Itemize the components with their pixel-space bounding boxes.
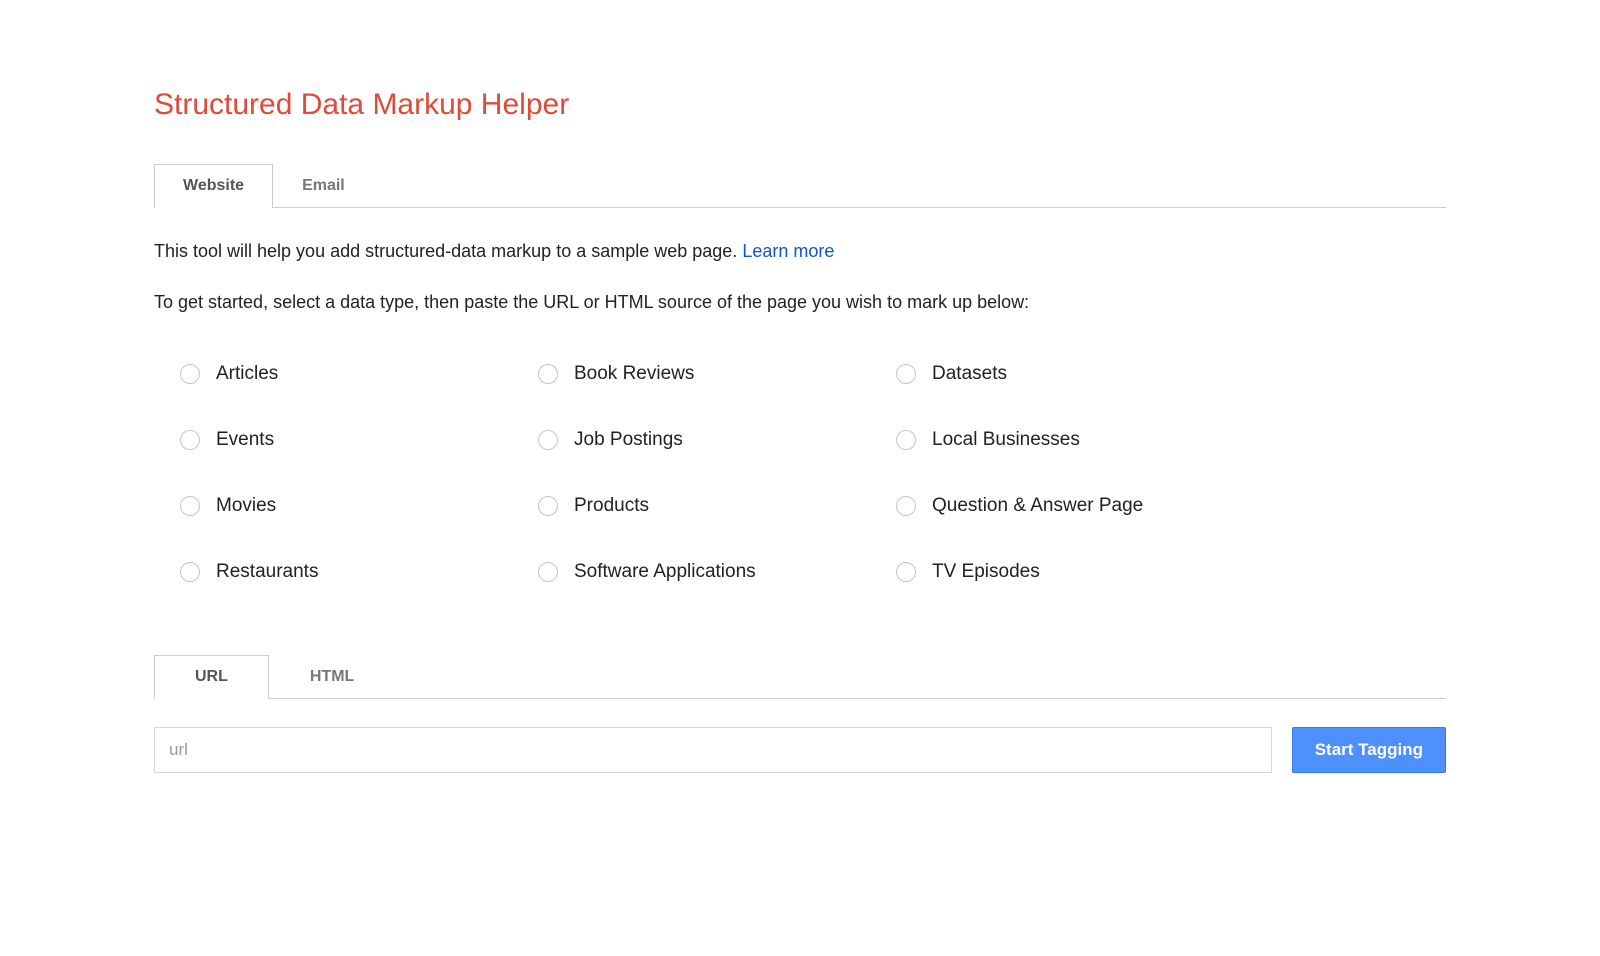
radio-local-businesses[interactable]: Local Businesses	[896, 429, 1254, 451]
radio-icon	[896, 430, 916, 450]
radio-book-reviews[interactable]: Book Reviews	[538, 363, 896, 385]
radio-label: Products	[574, 495, 649, 517]
radio-software-applications[interactable]: Software Applications	[538, 561, 896, 583]
radio-qa-page[interactable]: Question & Answer Page	[896, 495, 1254, 517]
radio-events[interactable]: Events	[180, 429, 538, 451]
radio-products[interactable]: Products	[538, 495, 896, 517]
intro-paragraph: This tool will help you add structured-d…	[154, 240, 1446, 263]
radio-job-postings[interactable]: Job Postings	[538, 429, 896, 451]
radio-icon	[180, 496, 200, 516]
radio-tv-episodes[interactable]: TV Episodes	[896, 561, 1254, 583]
radio-label: Movies	[216, 495, 276, 517]
url-input[interactable]	[154, 727, 1272, 773]
radio-icon	[538, 430, 558, 450]
radio-label: Datasets	[932, 363, 1007, 385]
radio-icon	[538, 496, 558, 516]
instructions-text: To get started, select a data type, then…	[154, 291, 1446, 314]
tab-html[interactable]: HTML	[269, 655, 395, 698]
radio-label: Local Businesses	[932, 429, 1080, 451]
radio-label: Events	[216, 429, 274, 451]
data-type-grid: Articles Book Reviews Datasets Events Jo…	[154, 363, 1254, 583]
source-type-tabs: Website Email	[154, 164, 1446, 208]
radio-label: Articles	[216, 363, 278, 385]
radio-icon	[896, 364, 916, 384]
radio-articles[interactable]: Articles	[180, 363, 538, 385]
input-row: Start Tagging	[154, 727, 1446, 773]
tab-url[interactable]: URL	[154, 655, 269, 699]
radio-movies[interactable]: Movies	[180, 495, 538, 517]
radio-icon	[180, 430, 200, 450]
radio-label: Job Postings	[574, 429, 683, 451]
intro-text: This tool will help you add structured-d…	[154, 241, 742, 261]
radio-icon	[180, 562, 200, 582]
main-container: Structured Data Markup Helper Website Em…	[0, 0, 1600, 773]
radio-icon	[896, 562, 916, 582]
tab-website[interactable]: Website	[154, 164, 273, 208]
radio-label: Book Reviews	[574, 363, 694, 385]
radio-icon	[538, 562, 558, 582]
radio-icon	[180, 364, 200, 384]
tab-email[interactable]: Email	[273, 164, 374, 207]
radio-icon	[896, 496, 916, 516]
radio-label: Question & Answer Page	[932, 495, 1143, 517]
radio-restaurants[interactable]: Restaurants	[180, 561, 538, 583]
page-title: Structured Data Markup Helper	[154, 88, 1446, 122]
input-mode-tabs: URL HTML	[154, 655, 1446, 699]
radio-label: Software Applications	[574, 561, 756, 583]
radio-label: Restaurants	[216, 561, 318, 583]
radio-icon	[538, 364, 558, 384]
radio-label: TV Episodes	[932, 561, 1040, 583]
radio-datasets[interactable]: Datasets	[896, 363, 1254, 385]
learn-more-link[interactable]: Learn more	[742, 241, 834, 261]
start-tagging-button[interactable]: Start Tagging	[1292, 727, 1446, 773]
